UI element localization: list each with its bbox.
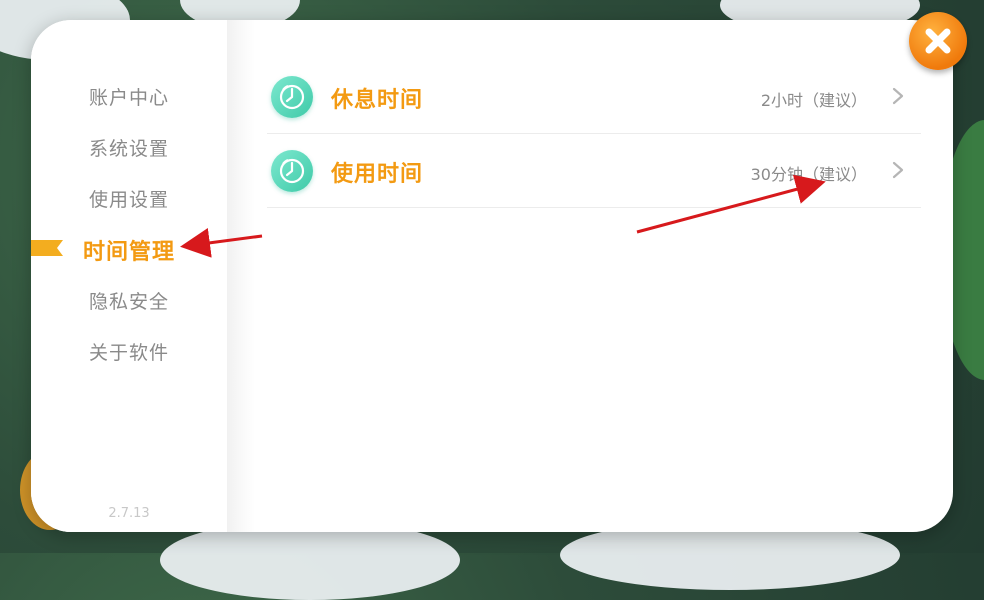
- settings-sidebar: 账户中心 系统设置 使用设置 时间管理 隐私安全 关于软件 2.7.13: [31, 20, 227, 532]
- settings-content: 休息时间 2小时（建议） 使用时间 30分钟（建议）: [267, 60, 921, 208]
- sidebar-item-account[interactable]: 账户中心: [31, 83, 227, 110]
- setting-row-title: 休息时间: [331, 88, 424, 113]
- sidebar-item-privacy-security[interactable]: 隐私安全: [31, 287, 227, 314]
- settings-dialog: 账户中心 系统设置 使用设置 时间管理 隐私安全 关于软件 2.7.13 休息时…: [31, 20, 953, 532]
- setting-row-value: 30分钟（建议）: [750, 165, 867, 184]
- setting-row-rest-time[interactable]: 休息时间 2小时（建议）: [267, 60, 921, 134]
- close-button[interactable]: [909, 12, 967, 70]
- clock-icon: [271, 76, 313, 118]
- chevron-right-icon: [892, 87, 904, 105]
- sidebar-item-time-management[interactable]: 时间管理: [31, 234, 227, 266]
- setting-row-usage-time[interactable]: 使用时间 30分钟（建议）: [267, 134, 921, 208]
- chevron-right-icon: [892, 161, 904, 179]
- close-icon: [925, 28, 951, 54]
- clock-icon: [271, 150, 313, 192]
- sidebar-item-about[interactable]: 关于软件: [31, 338, 227, 365]
- version-label: 2.7.13: [108, 506, 150, 521]
- setting-row-title: 使用时间: [331, 162, 424, 187]
- background-cloud: [160, 520, 460, 600]
- setting-row-value: 2小时（建议）: [760, 91, 867, 110]
- sidebar-item-usage-settings[interactable]: 使用设置: [31, 185, 227, 212]
- sidebar-item-system-settings[interactable]: 系统设置: [31, 134, 227, 161]
- sidebar-divider: [227, 20, 255, 532]
